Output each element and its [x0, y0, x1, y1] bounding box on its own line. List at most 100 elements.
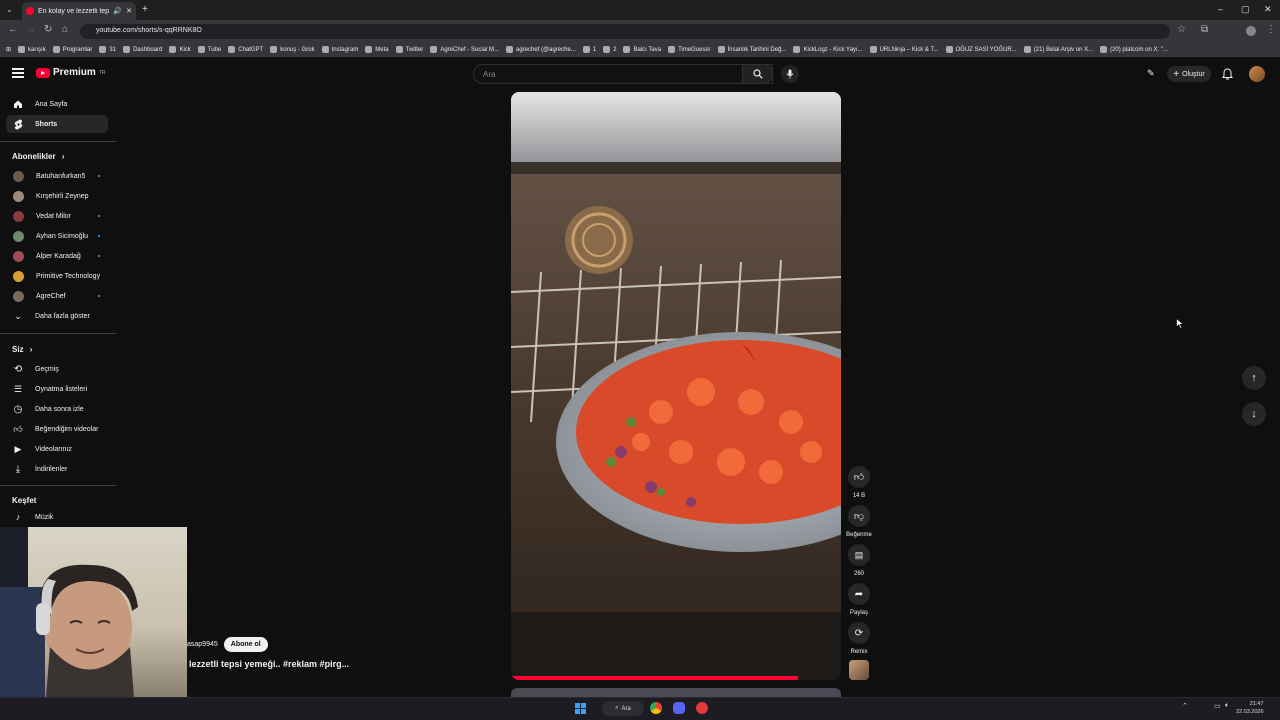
extensions-icon[interactable]: ⧉ [1201, 24, 1208, 35]
bookmark-item[interactable]: KickLogz - Kick Yayı... [793, 46, 863, 53]
bookmark-item[interactable]: İnsanlık Tarihini Değ... [717, 46, 786, 53]
youtube-logo[interactable]: Premium TR [36, 67, 105, 78]
bookmark-item[interactable]: konuş - Grok [270, 46, 315, 53]
bookmark-item[interactable]: Meta [365, 46, 389, 53]
subscribe-button[interactable]: Abone ol [223, 637, 268, 652]
comments-action[interactable]: ▤ 260 [847, 544, 871, 577]
remix-button[interactable]: ⟳ [848, 622, 870, 644]
reload-icon[interactable]: ↻ [44, 24, 52, 35]
bookmark-item[interactable]: Twitter [395, 46, 423, 53]
show-more-button[interactable]: ⌄ Daha fazla göster [6, 307, 108, 325]
maximize-icon[interactable]: ▢ [1241, 4, 1250, 15]
sidebar-subscription[interactable]: Alper Karadağ [6, 247, 108, 265]
bookmark-item[interactable]: TimeGuessr [668, 46, 711, 53]
app-icon[interactable] [696, 702, 708, 714]
bookmark-item[interactable]: URLNinja – Kick & T... [869, 46, 939, 53]
home-browser-icon[interactable]: ⌂ [62, 24, 68, 35]
profile-icon[interactable] [1246, 26, 1256, 36]
sidebar-item-playlists[interactable]: ☰ Oynatma listeleri [6, 380, 108, 398]
voice-search-button[interactable] [781, 65, 799, 83]
next-short-button[interactable]: ↓ [1242, 402, 1266, 426]
audio-icon[interactable]: 🔊 [113, 7, 122, 15]
sidebar-subscription[interactable]: Batuhanfurkan5 [6, 167, 108, 185]
sidebar-item-home[interactable]: Ana Sayfa [6, 95, 108, 113]
sidebar-subscription[interactable]: Ayhan Sicimoğlu [6, 227, 108, 245]
bookmark-item[interactable]: OĞUZ SASİ YOĞUR... [945, 46, 1017, 53]
browser-menu-icon[interactable]: ⋮ [1266, 24, 1276, 35]
bookmark-item[interactable]: Kick [169, 46, 191, 53]
sidebar-item-music[interactable]: ♪ Müzik [6, 508, 108, 526]
bookmark-item[interactable]: Balcı Tava [623, 46, 661, 53]
notifications-bell-icon[interactable] [1222, 67, 1233, 85]
url-field[interactable]: youtube.com/shorts/s-qqRRNK8O [80, 24, 1170, 39]
remix-action[interactable]: ⟳ Remix [847, 622, 871, 655]
hamburger-menu-icon[interactable] [12, 68, 24, 78]
apps-icon[interactable]: ⊞ [6, 46, 11, 53]
bookmark-item[interactable]: 2 [603, 46, 616, 53]
sidebar-item-your-videos[interactable]: ▶ Videolarınız [6, 440, 108, 458]
discord-icon[interactable] [673, 702, 685, 714]
tab-list-icon[interactable]: ⌄ [6, 5, 13, 14]
search-input[interactable]: Ara [473, 64, 773, 84]
windows-start-icon[interactable] [575, 703, 586, 714]
like-action[interactable]: 👍︎ 14 B [847, 466, 871, 499]
like-button[interactable]: 👍︎ [848, 466, 870, 488]
sidebar-item-shorts[interactable]: Shorts [6, 115, 108, 133]
creator-avatar[interactable] [849, 660, 869, 680]
window-close-icon[interactable]: ✕ [1264, 4, 1272, 15]
bookmark-item[interactable]: ChatGPT [228, 46, 263, 53]
bookmark-item[interactable]: 1 [582, 46, 596, 53]
bookmark-item[interactable]: Tube [197, 46, 221, 53]
search-button[interactable] [742, 64, 773, 84]
remix-icon: ⟳ [854, 627, 864, 639]
back-icon[interactable]: ← [8, 24, 18, 35]
share-action[interactable]: ➦ Paylaş [847, 583, 871, 616]
bookmark-item[interactable]: karışık [18, 46, 46, 53]
bookmark-item[interactable]: 31 [99, 46, 116, 53]
forward-icon[interactable]: → [26, 24, 36, 35]
previous-short-button[interactable]: ↑ [1242, 366, 1266, 390]
bookmark-favicon-icon [395, 46, 403, 53]
sidebar-subscription[interactable]: Primitive Technology [6, 267, 108, 285]
bookmark-item[interactable]: (21) Belal Arşiv on X... [1023, 46, 1093, 53]
bookmark-item[interactable]: agrechef (@agreche... [506, 46, 576, 53]
short-title[interactable]: lezzetli tepsi yemeği.. #reklam #pirg... [189, 659, 349, 669]
volume-icon[interactable]: 🔈︎ [1225, 702, 1229, 710]
sidebar-item-downloads[interactable]: ⤓ İndirilenler [6, 460, 108, 478]
bookmark-item[interactable]: (20) platcom on X: "... [1100, 46, 1168, 53]
comments-button[interactable]: ▤ [848, 544, 870, 566]
share-button[interactable]: ➦ [848, 583, 870, 605]
minimize-icon[interactable]: – [1218, 4, 1223, 14]
tab-close-icon[interactable]: ✕ [126, 7, 132, 15]
taskbar-clock[interactable]: 21:47 22.03.2026 [1236, 700, 1264, 716]
chrome-icon[interactable] [650, 702, 662, 714]
new-tab-button[interactable]: + [142, 4, 148, 15]
sidebar-item-liked[interactable]: 👍︎ Beğendiğim videolar [6, 420, 108, 438]
create-button[interactable]: + Oluştur [1167, 66, 1211, 82]
dislike-action[interactable]: 👎︎ Beğenme [846, 505, 872, 538]
sidebar-item-label: Beğendiğim videolar [35, 425, 99, 433]
sidebar-item-history[interactable]: ⟲ Geçmiş [6, 360, 108, 378]
studio-icon[interactable]: ✎ [1147, 68, 1155, 79]
bookmark-item[interactable]: Programlar [52, 46, 92, 53]
account-avatar[interactable] [1249, 66, 1265, 82]
dislike-button[interactable]: 👎︎ [848, 505, 870, 527]
sidebar-subscription[interactable]: Kırşehirli Zeynep [6, 187, 108, 205]
subscriptions-header[interactable]: Abonelikler › [12, 152, 64, 161]
bookmark-star-icon[interactable]: ☆ [1177, 24, 1186, 35]
browser-tab[interactable]: En kolay ve lezzetli tepsi ye... 🔊 ✕ [22, 2, 136, 20]
sidebar-subscription[interactable]: Vedat Milor [6, 207, 108, 225]
search-icon: ⌕ [615, 705, 619, 711]
bookmark-item[interactable]: AgreChef - Social M... [430, 46, 499, 53]
tray-overflow-icon[interactable]: ⌃ [1182, 702, 1188, 710]
bookmark-item[interactable]: Instagram [321, 46, 358, 53]
channel-name[interactable]: asap9945 [187, 641, 218, 648]
sidebar-subscription[interactable]: AgreChef [6, 287, 108, 305]
short-video-player[interactable] [511, 92, 841, 680]
you-header[interactable]: Siz › [12, 345, 32, 354]
taskbar-search[interactable]: ⌕ Ara [602, 701, 644, 716]
sidebar-item-label: Kırşehirli Zeynep [36, 192, 89, 200]
bookmark-item[interactable]: Dashboard [123, 46, 162, 53]
network-icon[interactable]: ▭ [1214, 702, 1221, 710]
sidebar-item-watch-later[interactable]: ◷ Daha sonra izle [6, 400, 108, 418]
